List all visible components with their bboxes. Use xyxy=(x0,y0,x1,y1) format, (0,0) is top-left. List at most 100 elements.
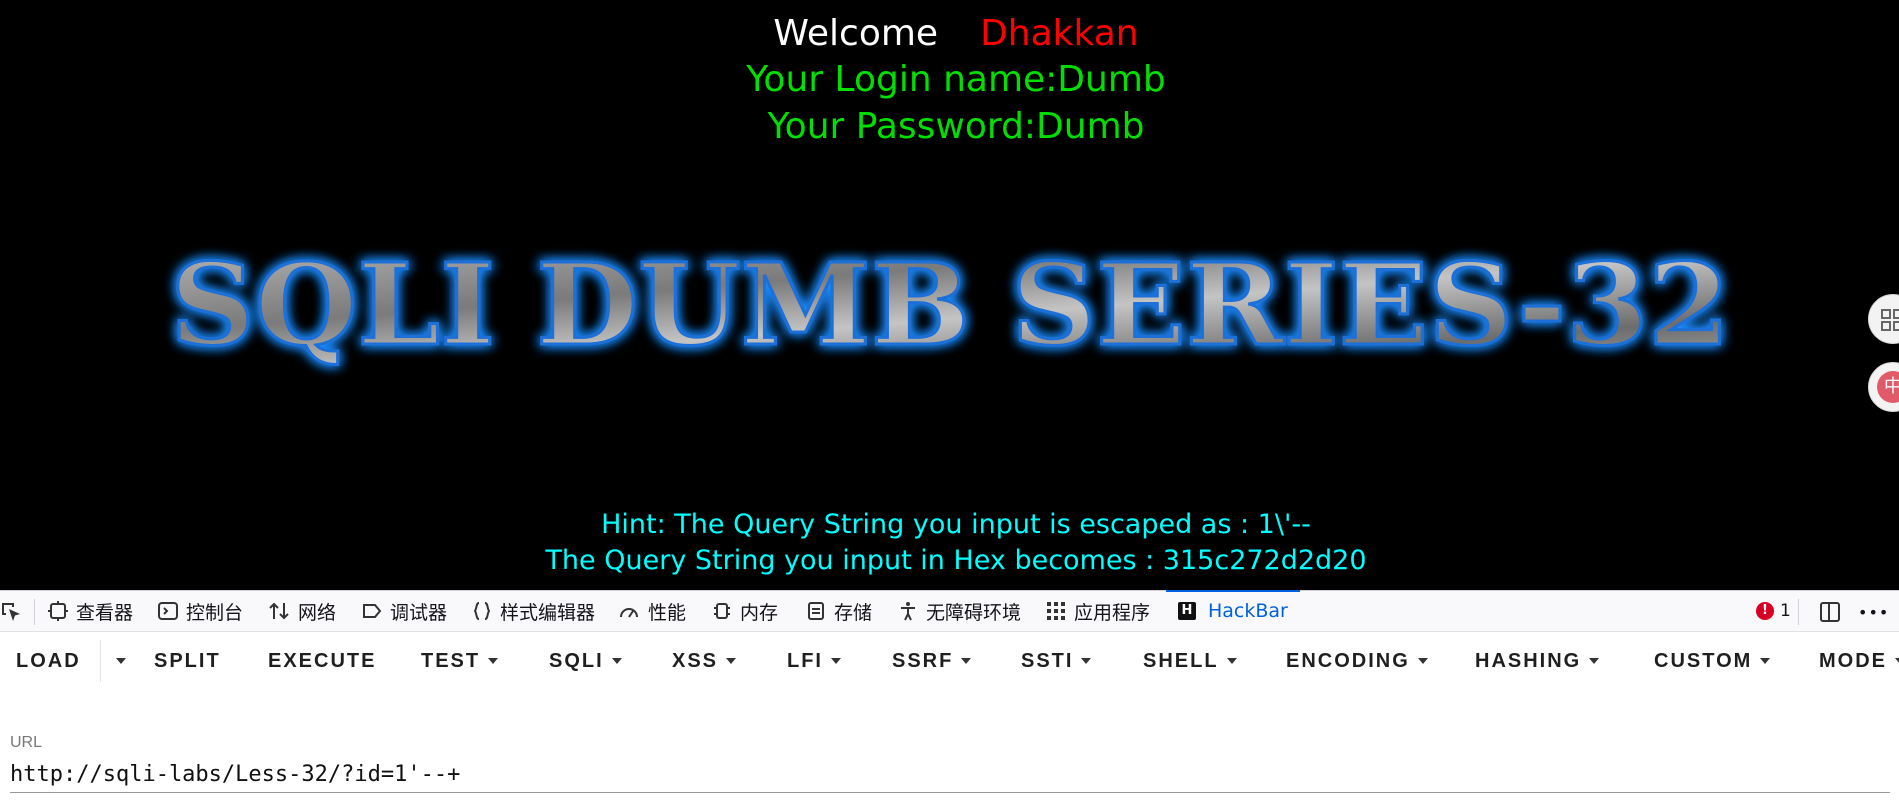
tab-console[interactable]: 控制台 xyxy=(158,591,243,631)
test-menu-button[interactable]: TEST xyxy=(421,632,499,690)
series-logo: SQLI DUMB SERIES-32 xyxy=(150,232,1750,392)
hashing-menu-button[interactable]: HASHING xyxy=(1475,632,1600,690)
url-label: URL xyxy=(10,734,43,751)
tab-label: 网络 xyxy=(298,601,337,624)
series-logo-text: SQLI DUMB SERIES-32 xyxy=(170,240,1730,371)
tab-accessibility[interactable]: 无障碍环境 xyxy=(898,591,1021,631)
more-options-icon[interactable]: ••• xyxy=(1858,605,1889,621)
execute-button[interactable]: EXECUTE xyxy=(268,632,376,690)
url-input[interactable] xyxy=(10,756,1890,793)
welcome-line: Welcome Dhakkan xyxy=(0,12,1899,56)
console-icon xyxy=(158,602,178,620)
page-content: Welcome Dhakkan Your Login name:Dumb Your… xyxy=(0,0,1899,590)
side-translate-button[interactable]: 中 xyxy=(1868,362,1899,412)
tab-label: 存储 xyxy=(834,601,873,624)
chevron-down-icon xyxy=(1895,658,1899,664)
tab-debugger[interactable]: 调试器 xyxy=(362,591,447,631)
button-label: MODE xyxy=(1819,649,1887,672)
button-label: XSS xyxy=(672,649,719,672)
ssti-menu-button[interactable]: SSTI xyxy=(1021,632,1092,690)
tab-label: 查看器 xyxy=(76,601,134,624)
memory-icon xyxy=(714,603,730,619)
chevron-down-icon xyxy=(1417,658,1428,664)
hint-escaped-text: Hint: The Query String you input is esca… xyxy=(601,509,1311,540)
button-label: LOAD xyxy=(16,649,81,672)
button-label: EXECUTE xyxy=(268,649,377,672)
error-icon: ! xyxy=(1756,602,1774,620)
chevron-down-icon xyxy=(831,658,841,664)
button-label: HASHING xyxy=(1475,649,1582,672)
tab-label: 应用程序 xyxy=(1074,601,1151,624)
element-picker-icon[interactable] xyxy=(0,601,22,623)
network-icon xyxy=(269,602,289,620)
chevron-down-icon xyxy=(611,658,622,664)
error-count-badge[interactable]: ! 1 xyxy=(1756,600,1791,622)
performance-icon xyxy=(620,608,638,618)
button-label: ENCODING xyxy=(1286,649,1410,672)
hackbar-toolbar: LOAD SPLIT EXECUTE TEST SQLI XSS LFI SSR… xyxy=(0,632,1899,690)
inspector-icon xyxy=(48,601,68,621)
xss-menu-button[interactable]: XSS xyxy=(672,632,737,690)
devtools-panel: 查看器 控制台 网络 调试器 样式编辑器 性能 内存 存储 无障碍环境 应用程序… xyxy=(0,590,1899,803)
debugger-icon xyxy=(363,604,382,618)
storage-icon xyxy=(808,602,824,620)
error-count: 1 xyxy=(1780,601,1791,621)
grid-icon xyxy=(1881,309,1899,331)
chevron-down-icon xyxy=(961,658,972,664)
tab-label: 无障碍环境 xyxy=(926,601,1022,624)
shell-menu-button[interactable]: SHELL xyxy=(1143,632,1237,690)
tab-performance[interactable]: 性能 xyxy=(618,591,686,631)
chevron-down-icon xyxy=(488,658,499,664)
welcome-text: Welcome xyxy=(773,13,939,54)
tab-network[interactable]: 网络 xyxy=(268,591,336,631)
button-label: SSTI xyxy=(1021,649,1074,672)
load-dropdown-caret-icon[interactable] xyxy=(116,658,126,664)
button-label: TEST xyxy=(421,649,481,672)
load-separator xyxy=(100,640,101,682)
mode-menu-button[interactable]: MODE xyxy=(1819,632,1899,690)
ssrf-menu-button[interactable]: SSRF xyxy=(892,632,972,690)
tab-style-editor[interactable]: 样式编辑器 xyxy=(472,591,595,631)
button-label: SPLIT xyxy=(154,649,221,672)
button-label: SHELL xyxy=(1143,649,1219,672)
chevron-down-icon xyxy=(1589,658,1600,664)
password-text: Your Password:Dumb xyxy=(767,106,1145,147)
side-grid-button[interactable] xyxy=(1868,294,1899,344)
devtools-tab-bar: 查看器 控制台 网络 调试器 样式编辑器 性能 内存 存储 无障碍环境 应用程序… xyxy=(0,590,1899,632)
tab-inspector[interactable]: 查看器 xyxy=(48,591,133,631)
sqli-menu-button[interactable]: SQLI xyxy=(549,632,622,690)
welcome-name: Dhakkan xyxy=(980,13,1139,54)
load-button[interactable]: LOAD xyxy=(16,632,81,690)
custom-menu-button[interactable]: CUSTOM xyxy=(1654,632,1771,690)
accessibility-icon xyxy=(901,602,915,621)
tab-label: 控制台 xyxy=(186,601,244,624)
hackbar-icon: H xyxy=(1178,602,1196,620)
chevron-down-icon xyxy=(1226,658,1237,664)
tab-memory[interactable]: 内存 xyxy=(712,591,778,631)
button-label: CUSTOM xyxy=(1654,649,1753,672)
tab-separator xyxy=(34,599,35,625)
tab-separator xyxy=(1798,599,1799,625)
login-name-text: Your Login name:Dumb xyxy=(746,59,1166,100)
tab-label: 性能 xyxy=(648,601,687,624)
tab-label: 调试器 xyxy=(390,601,448,624)
encoding-menu-button[interactable]: ENCODING xyxy=(1286,632,1428,690)
tab-label: HackBar xyxy=(1208,600,1288,622)
dock-side-icon[interactable] xyxy=(1818,600,1842,624)
chevron-down-icon xyxy=(726,658,737,664)
chevron-down-icon xyxy=(1760,658,1771,664)
style-editor-icon xyxy=(473,602,491,620)
chinese-input-icon: 中 xyxy=(1877,371,1899,403)
tab-storage[interactable]: 存储 xyxy=(806,591,872,631)
series-logo-image: SQLI DUMB SERIES-32 xyxy=(169,239,1732,373)
hint-hex-text: The Query String you input in Hex become… xyxy=(545,545,1367,576)
tab-application[interactable]: 应用程序 xyxy=(1046,591,1150,631)
split-button[interactable]: SPLIT xyxy=(154,632,221,690)
button-label: LFI xyxy=(787,649,823,672)
lfi-menu-button[interactable]: LFI xyxy=(787,632,841,690)
button-label: SQLI xyxy=(549,649,604,672)
tab-label: 内存 xyxy=(740,601,779,624)
tab-label: 样式编辑器 xyxy=(500,601,596,624)
application-icon xyxy=(1047,602,1065,620)
tab-hackbar[interactable]: H HackBar xyxy=(1166,590,1300,631)
